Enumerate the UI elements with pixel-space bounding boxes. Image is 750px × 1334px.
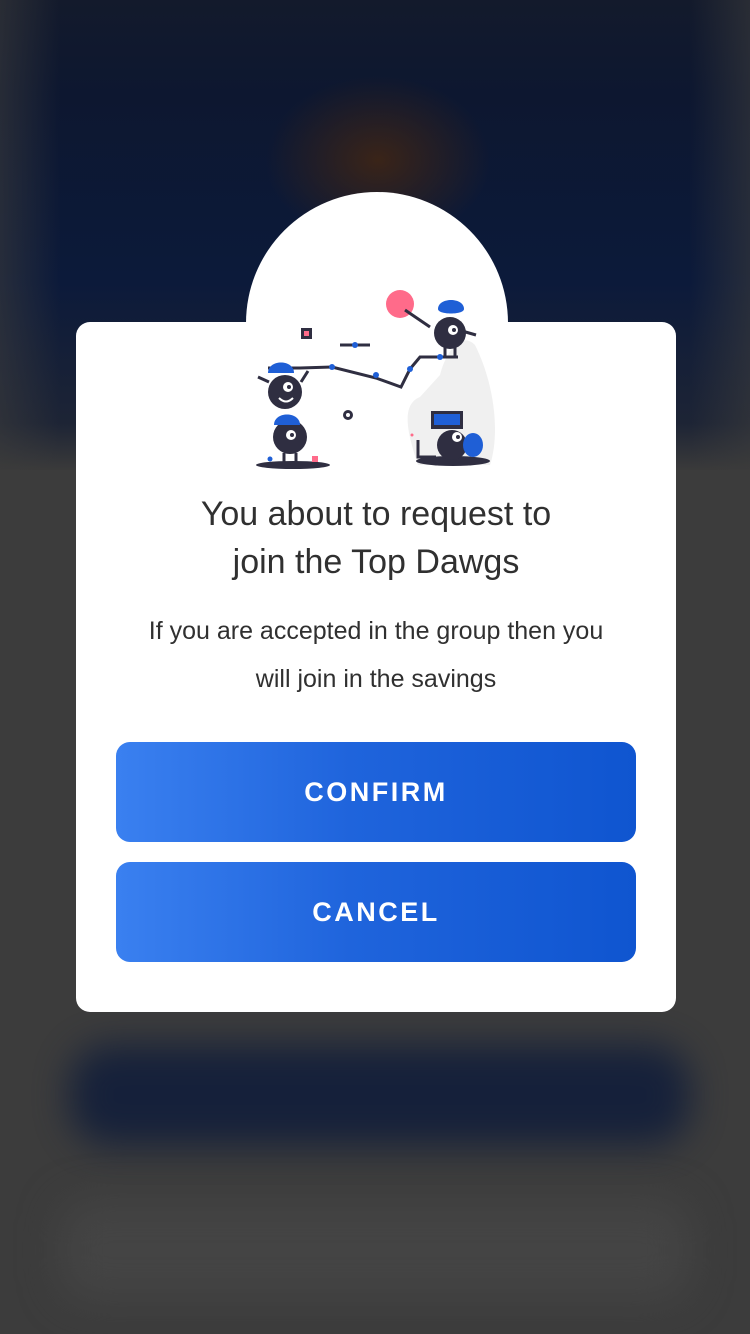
dialog-title-line-1: You about to request to <box>200 495 552 533</box>
dialog-message: If you are accepted in the group then yo… <box>106 607 646 703</box>
team-climbing-illustration-icon <box>256 290 495 469</box>
dialog-title: You about to request to join the Top Daw… <box>76 490 676 586</box>
cancel-button[interactable]: CANCEL <box>116 862 636 962</box>
dialog-message-line-2: will join in the savings <box>255 665 497 693</box>
screen: You about to request to join the Top Daw… <box>0 0 750 1334</box>
background-app-footer <box>60 1200 690 1300</box>
confirm-button[interactable]: CONFIRM <box>116 742 636 842</box>
dialog-title-line-2: join the Top Dawgs <box>232 543 520 581</box>
dialog-message-line-1: If you are accepted in the group then yo… <box>148 617 604 645</box>
background-app-bar <box>70 1045 690 1145</box>
